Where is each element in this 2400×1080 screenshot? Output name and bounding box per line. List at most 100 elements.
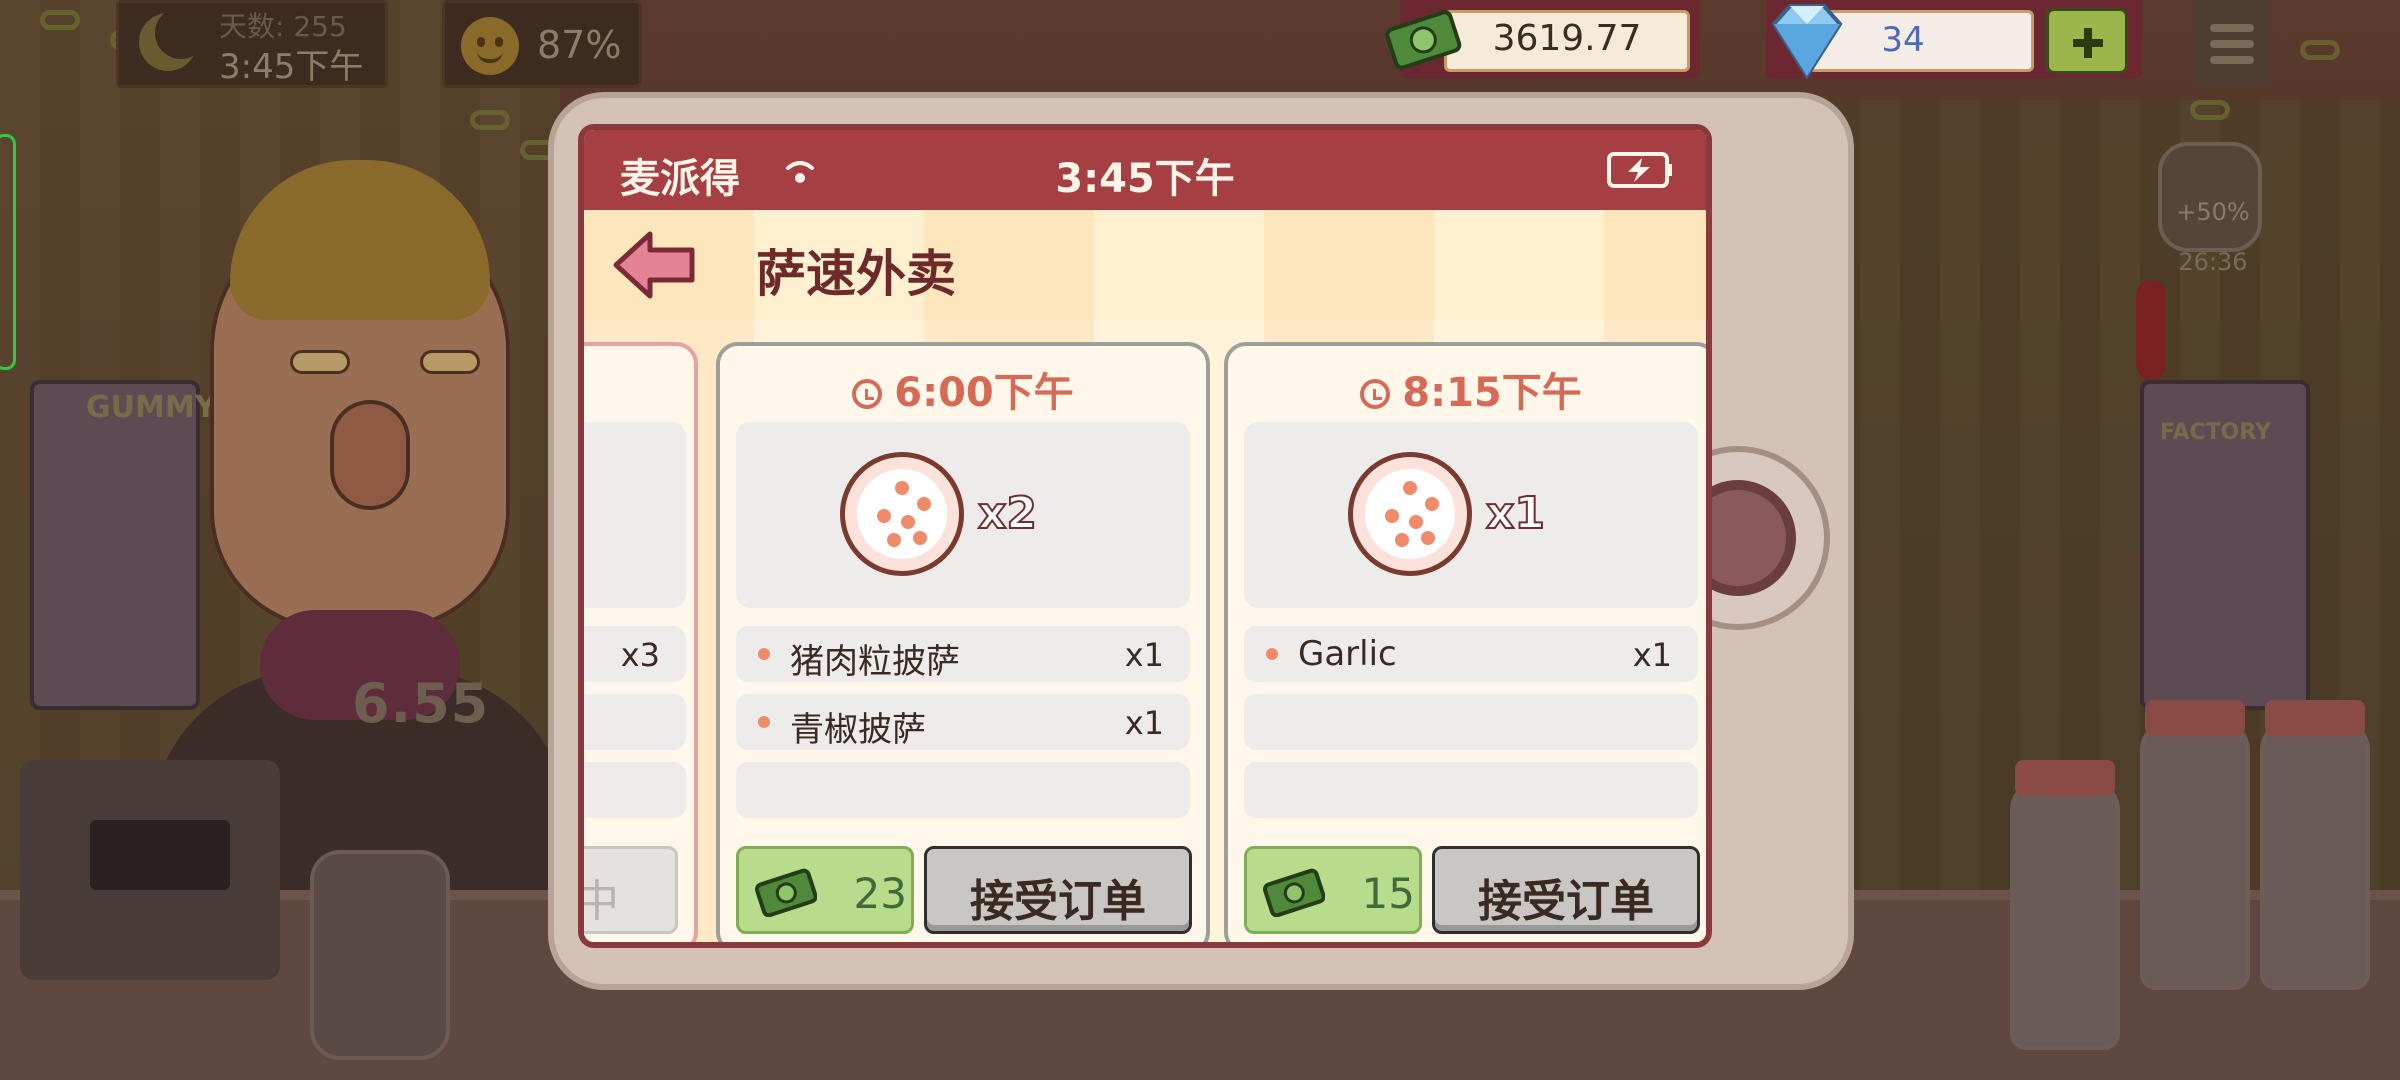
topping xyxy=(1421,531,1435,545)
smile-icon xyxy=(461,17,519,75)
smile-eye xyxy=(477,37,485,47)
topping xyxy=(1425,497,1439,511)
bullet-icon xyxy=(1266,648,1278,660)
order-item-row xyxy=(584,694,686,750)
topping xyxy=(887,533,901,547)
bottle-cap xyxy=(2265,700,2365,736)
order-item-row: 青椒披萨 x1 xyxy=(736,694,1190,750)
item-qty: x1 xyxy=(1632,636,1672,674)
topping xyxy=(1395,533,1409,547)
smile-mouth xyxy=(477,51,503,63)
diamond-icon xyxy=(1771,4,1843,80)
hamburger-icon xyxy=(2210,24,2254,32)
topping xyxy=(1409,515,1423,529)
item-name: 猪肉粒披萨 xyxy=(790,642,960,682)
item-qty: x1 xyxy=(1124,636,1164,674)
arcade-right-label: FACTORY xyxy=(2160,420,2272,445)
accept-order-label: 接受订单 xyxy=(970,876,1146,927)
pizza-icon xyxy=(840,452,964,576)
mood-percent: 87% xyxy=(537,23,622,67)
order-reward: 23 xyxy=(736,846,914,934)
bottle-cap xyxy=(2015,760,2115,796)
customer-eye xyxy=(420,350,480,374)
pizza-crust xyxy=(1365,469,1455,559)
money-bill-icon xyxy=(1263,868,1325,917)
accept-order-label: 接受订单 xyxy=(1478,876,1654,927)
order-time: 8:15下午 xyxy=(1228,360,1706,418)
boost-percent: +50% xyxy=(2176,198,2250,226)
tip-amount: 6.55 xyxy=(352,672,490,735)
in-progress-button[interactable]: 中 xyxy=(578,846,678,934)
order-time-text: 8:15下午 xyxy=(1402,370,1582,416)
day-time-panel: 天数: 255 3:45下午 xyxy=(116,0,388,88)
pizza-area: x2 xyxy=(736,422,1190,608)
order-item-row xyxy=(584,762,686,818)
topping xyxy=(1403,481,1417,495)
customer-nose xyxy=(330,400,410,510)
order-time: 6:00下午 xyxy=(720,360,1206,418)
item-qty: x3 xyxy=(620,636,660,674)
bottle-cap xyxy=(2145,700,2245,736)
order-card: 6:00下午 x2 猪肉粒披萨 x1 青椒披萨 x1 23 接受订单 xyxy=(716,342,1210,942)
reward-value: 15 xyxy=(1361,869,1415,918)
topping xyxy=(913,531,927,545)
topping xyxy=(917,497,931,511)
boost-jar-icon[interactable] xyxy=(2158,142,2262,252)
chain-decoration xyxy=(40,10,80,30)
plus-icon xyxy=(2084,28,2092,58)
in-progress-label: 中 xyxy=(578,876,619,927)
bullet-icon xyxy=(758,648,770,660)
order-item-row: 猪肉粒披萨 x1 xyxy=(736,626,1190,682)
pizza-icon xyxy=(1348,452,1472,576)
app-title: 萨速外卖 xyxy=(756,245,956,303)
hamburger-icon xyxy=(2210,40,2254,48)
menu-button[interactable] xyxy=(2194,0,2270,88)
milk-bottle xyxy=(2010,780,2120,1050)
accept-order-button[interactable]: 接受订单 xyxy=(924,846,1192,934)
mood-panel: 87% xyxy=(442,0,642,88)
app-nav-bar: 萨速外卖 xyxy=(584,210,1706,320)
tip-jar[interactable] xyxy=(310,850,450,1060)
moon-icon-shade xyxy=(155,7,207,59)
cash-register-screen xyxy=(90,820,230,890)
pizza-area xyxy=(584,422,686,608)
order-card: x3 中 xyxy=(578,342,698,942)
add-gems-button[interactable] xyxy=(2046,8,2128,74)
item-name: Garlic xyxy=(1298,634,1397,674)
chain-decoration xyxy=(470,110,510,130)
money-value: 3619.77 xyxy=(1492,18,1642,59)
side-drawer-tab[interactable] xyxy=(0,134,16,370)
order-item-row xyxy=(1244,694,1698,750)
game-time: 3:45下午 xyxy=(219,47,364,87)
topping xyxy=(895,481,909,495)
pizza-quantity: x2 xyxy=(977,487,1038,540)
back-arrow-icon[interactable] xyxy=(610,228,698,302)
topping xyxy=(1385,509,1399,523)
smile-eye xyxy=(495,37,503,47)
money-bill-icon xyxy=(755,868,817,917)
pizza-quantity: x1 xyxy=(1485,487,1546,540)
order-item-row xyxy=(736,762,1190,818)
milk-bottle xyxy=(2140,720,2250,990)
pizza-crust xyxy=(857,469,947,559)
clock-icon xyxy=(1360,379,1391,409)
bullet-icon xyxy=(758,716,770,728)
order-item-row: Garlic x1 xyxy=(1244,626,1698,682)
boost-timer: 26:36 xyxy=(2178,248,2248,276)
chain-decoration xyxy=(2190,100,2230,120)
orders-list[interactable]: x3 中 6:00下午 x2 猪肉粒披萨 x1 青椒披萨 x1 23 接受订单 … xyxy=(584,320,1706,942)
money-bill-icon xyxy=(1385,10,1462,70)
order-item-row xyxy=(1244,762,1698,818)
item-qty: x1 xyxy=(1124,704,1164,742)
battery-charging-icon xyxy=(1607,152,1672,188)
order-time-text: 6:00下午 xyxy=(894,370,1074,416)
hamburger-icon xyxy=(2210,56,2254,64)
tablet-clock: 3:45下午 xyxy=(1055,156,1235,202)
order-reward: 15 xyxy=(1244,846,1422,934)
order-card: 8:15下午 x1 Garlic x1 15 接受订单 xyxy=(1224,342,1706,942)
chain-decoration xyxy=(2300,40,2340,60)
tablet-screen: 麦派得 3:45下午 萨速外卖 x3 中 6:00下午 x2 猪肉粒披萨 x1 … xyxy=(578,124,1712,948)
customer-hair xyxy=(230,160,490,320)
accept-order-button[interactable]: 接受订单 xyxy=(1432,846,1700,934)
order-item-row: x3 xyxy=(584,626,686,682)
